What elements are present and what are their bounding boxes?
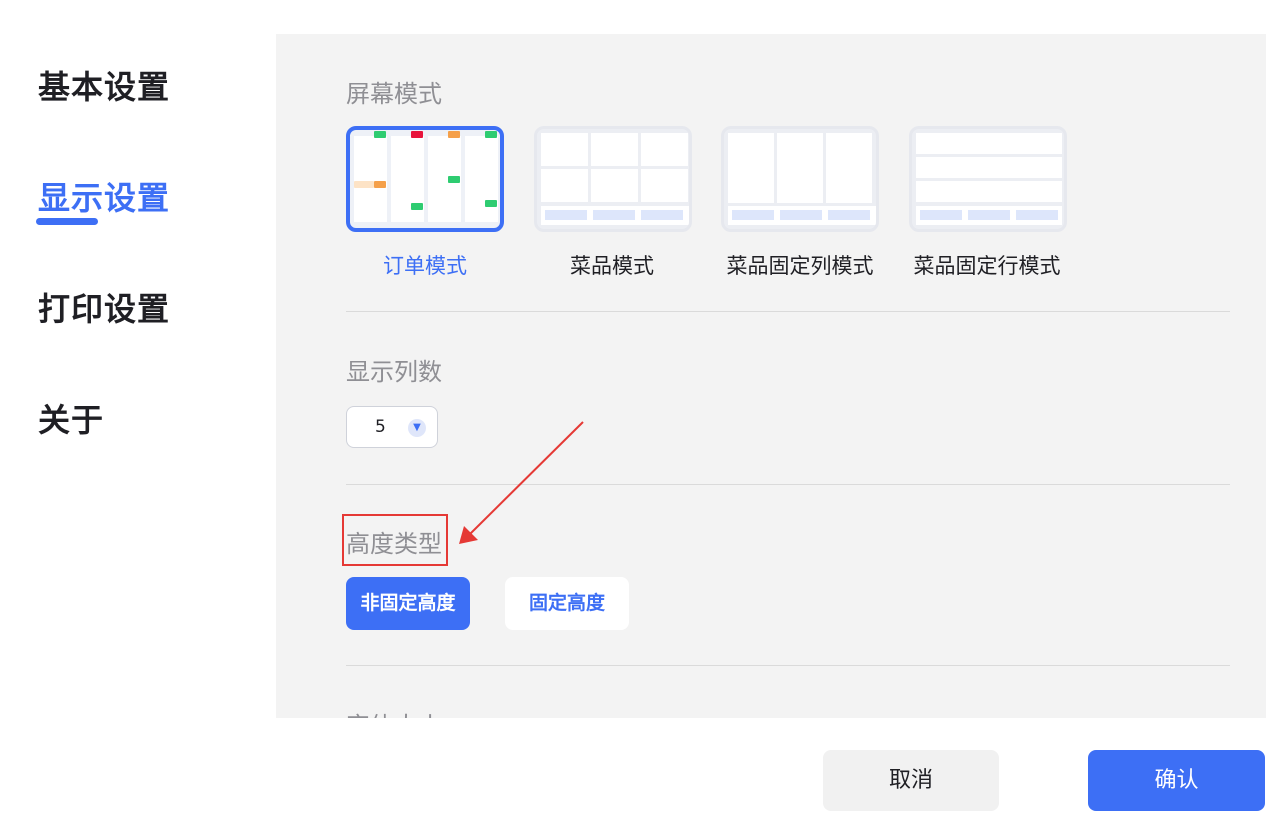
sidebar-item-print-settings[interactable]: 打印设置 [38,284,170,330]
chevron-down-icon: ▼ [408,419,426,437]
dish-tile [641,169,688,202]
status-tag [354,181,374,188]
row-tile [916,181,1062,202]
status-tag [485,200,497,207]
mode-label-dish-fixed-row[interactable]: 菜品固定行模式 [887,250,1087,280]
section-divider [346,665,1230,666]
row-tile [916,133,1062,154]
order-column [354,136,387,222]
status-tag [485,131,497,138]
sidebar-item-about[interactable]: 关于 [38,395,104,441]
dish-tile [591,169,638,202]
column-tile [777,133,823,203]
display-columns-value: 5 [375,417,386,437]
column-tile [728,133,774,203]
dish-tile [541,169,588,202]
footer-chip [593,210,635,220]
status-tag [448,131,460,138]
mode-card-dish-fixed-column[interactable] [721,126,879,232]
status-tag [448,176,460,183]
display-columns-select[interactable]: 5 ▼ [346,406,438,448]
font-size-title: 字体大小 [346,706,442,718]
display-settings-panel: 屏幕模式 订单模式 菜品模式 菜品固定列模式 菜品固定行模式 显示列数 5 ▼ … [276,34,1266,718]
section-divider [346,484,1230,485]
mode-card-dish-fixed-row[interactable] [909,126,1067,232]
footer-chip [828,210,870,220]
status-tag [374,181,386,188]
height-option-non-fixed[interactable]: 非固定高度 [346,577,470,630]
dish-tile [541,133,588,166]
sidebar-item-basic-settings[interactable]: 基本设置 [38,62,170,108]
cancel-button[interactable]: 取消 [823,750,999,811]
footer-chip [732,210,774,220]
footer-chip [641,210,683,220]
footer-chip [968,210,1010,220]
column-tile [826,133,872,203]
status-tag [411,203,423,210]
mode-card-order[interactable] [346,126,504,232]
footer-chip [545,210,587,220]
mode-label-dish-fixed-column[interactable]: 菜品固定列模式 [700,250,900,280]
section-divider [346,311,1230,312]
display-columns-title: 显示列数 [346,358,442,386]
mode-label-order[interactable]: 订单模式 [325,250,525,280]
row-tile [916,157,1062,178]
settings-sidebar: 基本设置 显示设置 打印设置 关于 [0,0,270,821]
active-indicator [36,218,98,225]
dish-tile [641,133,688,166]
height-option-fixed[interactable]: 固定高度 [505,577,629,630]
order-column [465,136,498,222]
mode-card-dish[interactable] [534,126,692,232]
footer-chip [920,210,962,220]
mode-label-dish[interactable]: 菜品模式 [512,250,712,280]
dish-tile [591,133,638,166]
sidebar-item-display-settings[interactable]: 显示设置 [38,173,170,219]
footer-chip [1016,210,1058,220]
annotation-highlight-box [342,514,448,566]
status-tag [411,131,423,138]
confirm-button[interactable]: 确认 [1088,750,1265,811]
status-tag [374,131,386,138]
footer-chip [780,210,822,220]
screen-mode-title: 屏幕模式 [346,80,442,108]
